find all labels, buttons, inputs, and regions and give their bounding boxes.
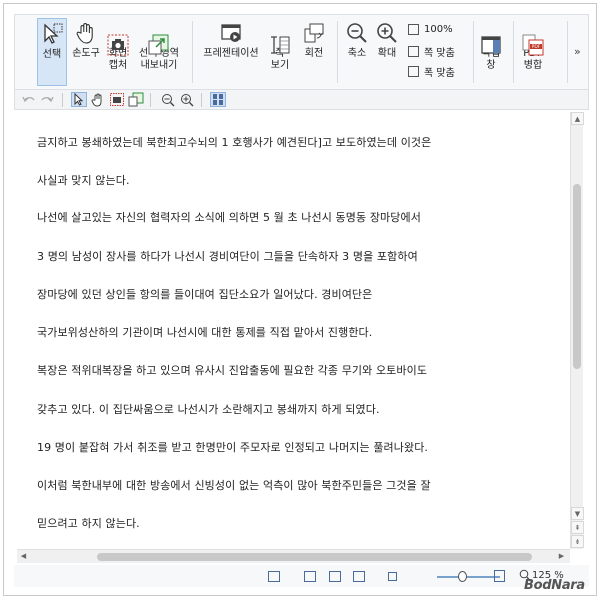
zoom-100-label: 100%	[424, 24, 453, 35]
rotate-button[interactable]: 회전	[299, 18, 329, 86]
document-line: 갖추고 있다. 이 집단싸움으로 나선시가 소란해지고 봉쇄까지 하게 되였다.	[37, 403, 380, 416]
ribbon-separator	[513, 21, 514, 83]
status-bar: 125 %	[14, 565, 589, 587]
zoom-100-button[interactable]: 100%	[408, 24, 453, 35]
ribbon-separator	[473, 21, 474, 83]
continuous-view-small[interactable]	[210, 92, 226, 107]
presentation-button[interactable]: 프레젠테이션	[201, 18, 261, 86]
scroll-left-icon[interactable]: ◀	[17, 550, 30, 563]
quick-toolbar	[14, 90, 589, 110]
next-page-icon[interactable]: ⇟	[571, 535, 584, 548]
hand-tool-label: 손도구	[72, 48, 100, 59]
scroll-down-icon[interactable]: ▼	[571, 507, 584, 520]
task-pane-button[interactable]: 작업 창	[476, 18, 506, 86]
presentation-label: 프레젠테이션	[203, 48, 259, 59]
document-line: 복장은 적위대복장을 하고 있으며 유사시 진압출동에 필요한 각종 무기와 오…	[37, 364, 428, 377]
export-small[interactable]	[128, 92, 144, 107]
toolbar-separator	[150, 93, 151, 107]
document-line: 이처럼 북한내부에 대한 방송에서 신빙성이 없는 억측이 많아 북한주민들은 …	[37, 479, 431, 492]
svg-text:PDF: PDF	[532, 44, 541, 50]
zoom-out-button[interactable]: 축소	[343, 18, 371, 86]
capture-small[interactable]	[109, 92, 125, 107]
single-page-icon[interactable]	[304, 571, 316, 582]
zoom-in-small[interactable]	[179, 92, 195, 107]
scroll-right-icon[interactable]: ▶	[555, 550, 568, 563]
presentation-icon	[219, 21, 243, 45]
horizontal-scroll-thumb[interactable]	[97, 553, 532, 561]
document-line: 나선에 살고있는 자신의 협력자의 소식에 의하면 5 월 초 나선시 동명동 …	[37, 211, 421, 224]
document-line: 장마당에 있던 상인들 항의를 들이대여 집단소요가 일어났다. 경비여단은	[37, 288, 373, 301]
document-line: 19 명이 붙잡혀 가서 취조를 받고 한명만이 주모자로 인정되고 나머지는 …	[37, 441, 429, 454]
cursor-icon	[40, 22, 64, 46]
zoom-in-icon	[375, 21, 399, 45]
document-line: 사실과 맞지 않는다.	[37, 174, 130, 187]
toolbar-separator	[62, 93, 63, 107]
document-line: 믿으려고 하지 않는다.	[37, 517, 140, 530]
page-view-icon	[268, 21, 292, 54]
hand-icon	[74, 21, 98, 45]
ribbon-more-button[interactable]: »	[574, 45, 581, 58]
zoom-out-icon	[345, 21, 369, 45]
hand-tool-small[interactable]	[90, 92, 106, 107]
pdf-merge-icon: PDF	[521, 21, 545, 56]
fit-page-button[interactable]: 쪽 맞춤	[408, 44, 455, 59]
toolbar-separator	[201, 93, 202, 107]
fit-width-button[interactable]: 폭 맞춤	[408, 64, 455, 79]
screen-capture-button[interactable]: 화면 캡처	[103, 18, 133, 86]
export-area-icon	[147, 21, 171, 55]
document-page[interactable]: 금지하고 봉쇄하였는데 북한최고수뇌의 1 호행사가 예견된다]고 보도하였는데…	[17, 112, 569, 549]
document-line: 국가보위성산하의 기관이며 나선시에 대한 통제를 직접 맡아서 진행한다.	[37, 326, 373, 339]
pdf-merge-button[interactable]: PDF PDF 병합	[517, 18, 549, 86]
undo-button[interactable]	[21, 92, 37, 107]
fit-width-status-icon[interactable]	[353, 571, 365, 582]
page-settings-icon[interactable]	[268, 571, 280, 582]
zoom-in-label: 확대	[377, 48, 397, 59]
previous-page-icon[interactable]: ⇞	[571, 521, 584, 534]
zoom-slider-knob[interactable]	[457, 571, 467, 582]
zoom-slider-track[interactable]	[437, 576, 500, 578]
fit-page-icon	[408, 46, 419, 57]
redo-button[interactable]	[39, 92, 55, 107]
actual-size-icon	[408, 24, 419, 35]
page-view-button[interactable]: 쪽 보기	[265, 18, 295, 86]
document-line: 3 명의 남성이 장사를 하다가 나선시 경비여단이 그들을 단속하자 3 명을…	[37, 250, 418, 263]
hand-tool-button[interactable]: 손도구	[71, 18, 101, 86]
ribbon-separator	[337, 21, 338, 83]
task-pane-icon	[479, 21, 503, 54]
ribbon-toolbar: 선택 손도구 화면 캡처 선택 영역 내보내기 프레젠테이션 쪽 보기	[14, 14, 589, 90]
select-tool-small[interactable]	[71, 92, 87, 107]
zoom-min-icon[interactable]	[388, 572, 397, 581]
zoom-in-button[interactable]: 확대	[373, 18, 401, 86]
watermark-logo: BodNara	[524, 578, 585, 593]
camera-icon	[106, 21, 130, 56]
select-button[interactable]: 선택	[37, 18, 67, 86]
fit-page-label: 쪽 맞춤	[424, 48, 455, 59]
scroll-up-icon[interactable]: ▲	[571, 112, 584, 125]
rotate-icon	[302, 21, 326, 45]
ribbon-separator	[192, 21, 193, 83]
zoom-out-small[interactable]	[160, 92, 176, 107]
zoom-out-label: 축소	[347, 48, 367, 59]
document-line: 금지하고 봉쇄하였는데 북한최고수뇌의 1 호행사가 예견된다]고 보도하였는데…	[37, 136, 432, 149]
ribbon-separator	[567, 21, 568, 83]
fit-width-label: 폭 맞춤	[424, 68, 455, 79]
rotate-label: 회전	[304, 48, 324, 59]
select-label: 선택	[42, 49, 62, 60]
two-page-icon[interactable]	[329, 571, 341, 582]
zoom-max-icon[interactable]	[494, 570, 505, 582]
vertical-scroll-thumb[interactable]	[573, 184, 581, 369]
horizontal-scrollbar[interactable]: ◀ ▶	[17, 549, 570, 563]
fit-width-icon	[408, 66, 419, 77]
vertical-scrollbar[interactable]: ▲ ▼ ⇞ ⇟	[570, 112, 584, 549]
export-selection-button[interactable]: 선택 영역 내보내기	[137, 18, 181, 86]
